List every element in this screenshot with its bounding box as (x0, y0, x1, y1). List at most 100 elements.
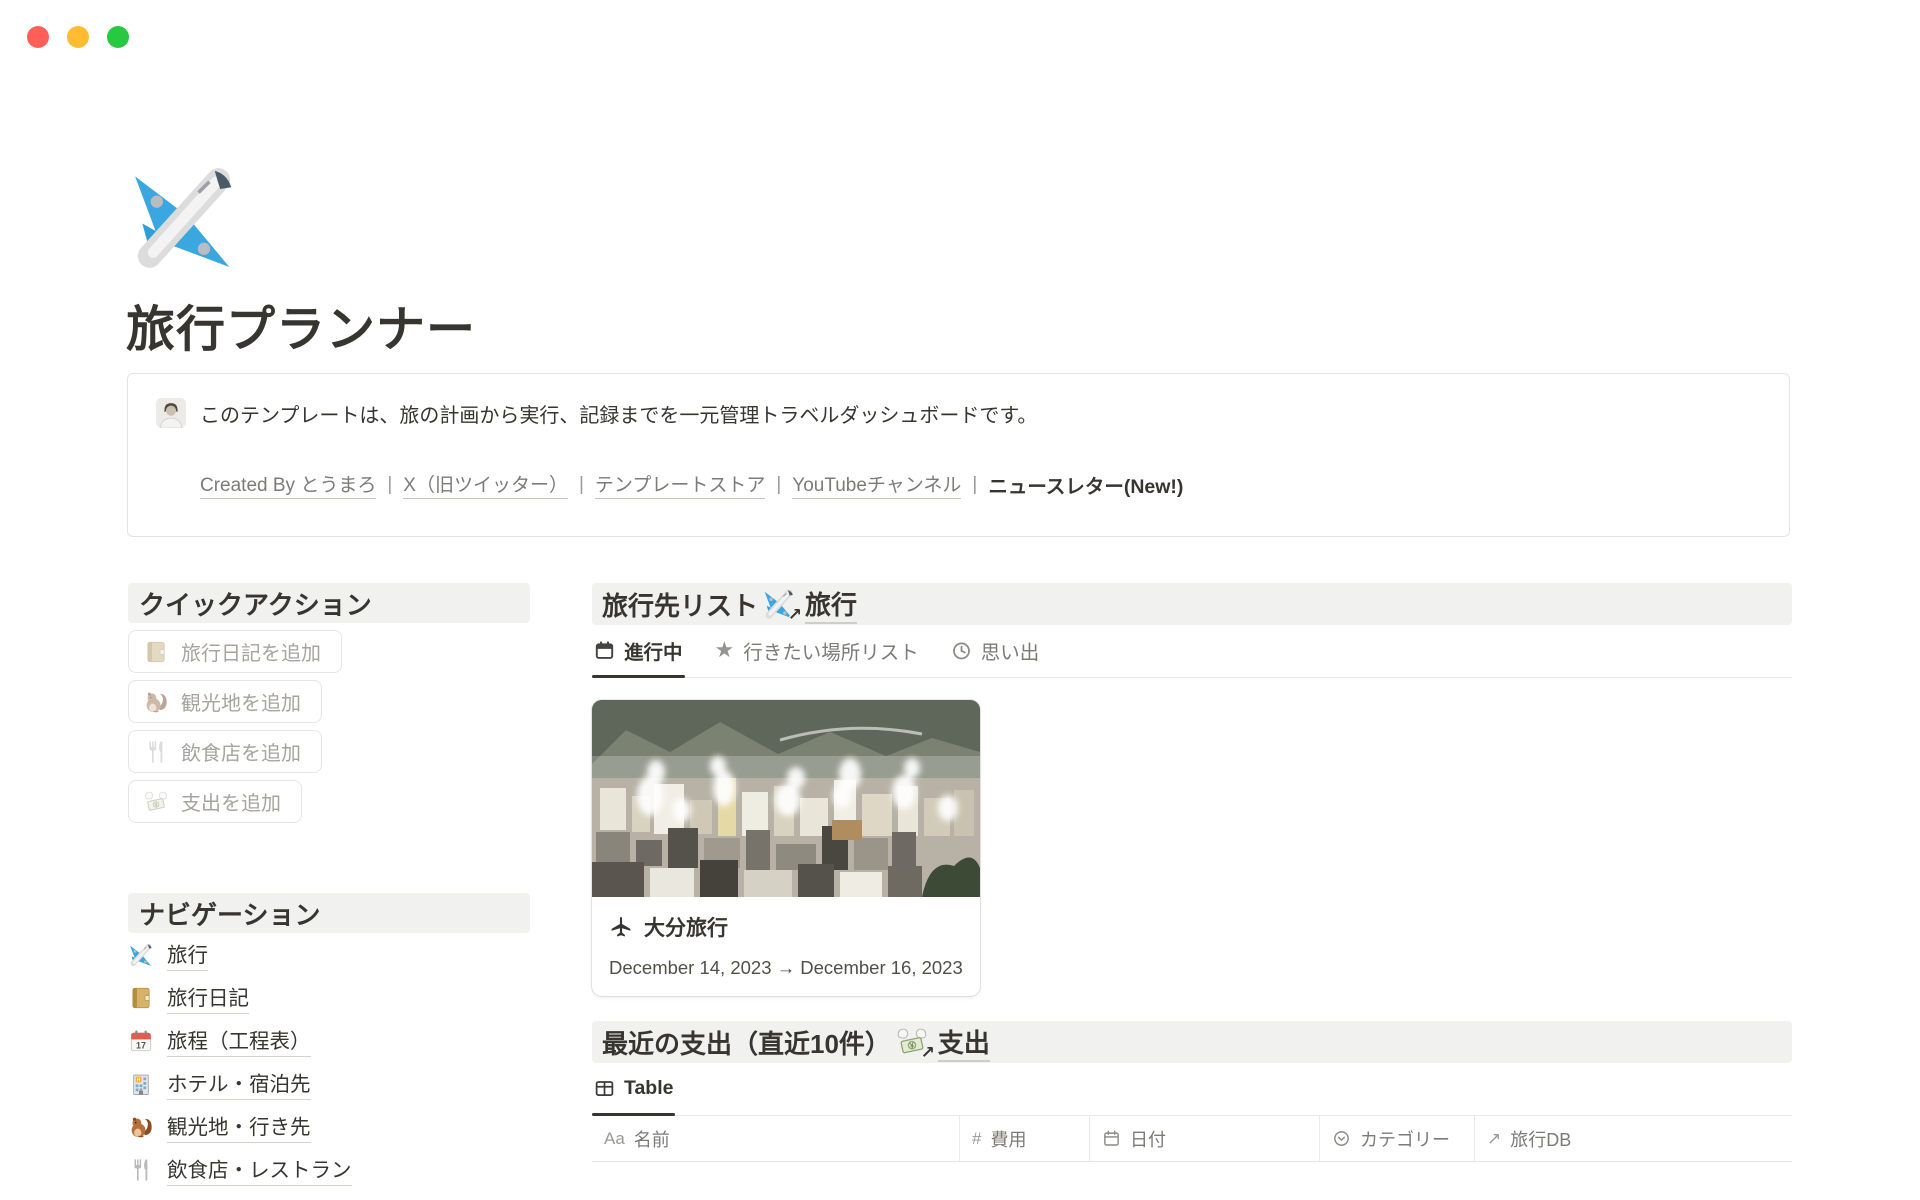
expenses-table-header: Aa 名前 # 費用 日付 カテゴリー ↗ 旅行DB (592, 1116, 1792, 1162)
qa-button-label: 観光地を追加 (181, 687, 301, 716)
column-label: 旅行DB (1510, 1126, 1571, 1152)
number-type-icon: # (972, 1129, 981, 1149)
tab-label: Table (624, 1077, 673, 1100)
linked-db-arrow-icon: ↗ (921, 1043, 935, 1063)
nav-item-restaurants[interactable]: 飲食店・レストラン (128, 1148, 530, 1191)
column-label: 名前 (634, 1126, 670, 1152)
fork-knife-icon (143, 739, 169, 765)
nav-item-itinerary[interactable]: 17 旅程（工程表） (128, 1019, 530, 1062)
page-title: 旅行プランナー (126, 290, 476, 361)
airplane-glyph-icon (609, 915, 633, 939)
select-type-icon (1332, 1129, 1351, 1148)
link-separator: | (387, 474, 392, 496)
column-label: 費用 (990, 1126, 1026, 1152)
svg-text:17: 17 (136, 1040, 146, 1050)
qa-button-label: 支出を追加 (181, 787, 281, 816)
template-store-link[interactable]: テンプレートストア (595, 470, 765, 499)
add-expense-button[interactable]: 支出を追加 (128, 780, 302, 823)
tab-label: 行きたい場所リスト (743, 636, 919, 665)
calendar-icon: 17 (128, 1028, 154, 1054)
column-header-cost[interactable]: # 費用 (960, 1116, 1090, 1161)
relation-type-icon: ↗ (1487, 1129, 1501, 1149)
x-twitter-link[interactable]: X（旧ツイッター） (403, 470, 568, 499)
trip-card-title: 大分旅行 (644, 912, 728, 942)
trip-card-date-range: December 14, 2023 → December 16, 2023 (609, 957, 963, 979)
column-header-name[interactable]: Aa 名前 (592, 1116, 960, 1161)
tab-memories[interactable]: 思い出 (949, 637, 1042, 677)
expenses-heading-text: 最近の支出（直近10件） (602, 1024, 891, 1061)
column-header-category[interactable]: カテゴリー (1320, 1116, 1475, 1161)
airplane-icon (128, 942, 154, 968)
quick-actions-heading: クイックアクション (128, 583, 530, 623)
link-separator: | (579, 474, 584, 496)
window-close-button[interactable] (27, 26, 49, 48)
trip-view-tabs: 進行中 ★ 行きたい場所リスト 思い出 (592, 625, 1792, 678)
trip-card-oita[interactable]: 大分旅行 December 14, 2023 → December 16, 20… (592, 700, 980, 996)
nav-item-sightseeing[interactable]: 観光地・行き先 (128, 1105, 530, 1148)
navigation-heading: ナビゲーション (128, 893, 530, 933)
tab-label: 思い出 (981, 636, 1040, 665)
column-label: 日付 (1130, 1126, 1166, 1152)
column-header-travel-db[interactable]: ↗ 旅行DB (1475, 1116, 1792, 1161)
callout-links-row: Created By とうまろ | X（旧ツイッター） | テンプレートストア … (200, 470, 1761, 499)
trip-list-heading-text: 旅行先リスト (602, 586, 758, 623)
nav-item-label: 旅程（工程表） (167, 1024, 311, 1057)
link-separator: | (972, 474, 977, 496)
column-label: カテゴリー (1360, 1126, 1450, 1152)
nav-item-label: 旅行 (167, 938, 208, 971)
newsletter-label: ニュースレター(New!) (988, 470, 1183, 499)
text-type-icon: Aa (604, 1129, 625, 1149)
qa-button-label: 旅行日記を追加 (181, 637, 321, 666)
window-controls (27, 26, 129, 48)
template-callout: このテンプレートは、旅の計画から実行、記録までを一元管理トラベルダッシュボードで… (127, 373, 1790, 537)
window-zoom-button[interactable] (107, 26, 129, 48)
star-icon: ★ (715, 639, 735, 661)
money-wings-linked-db-icon: ↗ (895, 1025, 929, 1059)
expenses-heading: 最近の支出（直近10件） ↗ 支出 (592, 1021, 1792, 1063)
created-by-link[interactable]: Created By とうまろ (200, 470, 376, 499)
nav-item-label: 旅行日記 (167, 981, 249, 1014)
nav-item-label: 観光地・行き先 (167, 1110, 311, 1143)
creator-avatar-icon (156, 398, 186, 428)
notebook-icon (143, 639, 169, 665)
tab-label: 進行中 (624, 636, 683, 665)
tab-wishlist[interactable]: ★ 行きたい場所リスト (713, 637, 921, 677)
callout-description: このテンプレートは、旅の計画から実行、記録までを一元管理トラベルダッシュボードで… (200, 399, 1037, 428)
add-travel-diary-button[interactable]: 旅行日記を追加 (128, 630, 342, 673)
date-type-icon (1102, 1129, 1121, 1148)
calendar-icon (594, 640, 615, 661)
page-icon-airplane-emoji[interactable] (126, 160, 242, 276)
linked-db-arrow-icon: ↗ (788, 605, 802, 625)
chipmunk-icon (143, 689, 169, 715)
add-sightseeing-button[interactable]: 観光地を追加 (128, 680, 322, 723)
expenses-db-link[interactable]: 支出 (938, 1023, 990, 1062)
money-wings-icon (143, 789, 169, 815)
trip-card-cover-photo (592, 700, 980, 897)
nav-item-hotels[interactable]: ホテル・宿泊先 (128, 1062, 530, 1105)
trip-card-body: 大分旅行 December 14, 2023 → December 16, 20… (592, 897, 980, 996)
trip-db-link[interactable]: 旅行 (805, 585, 857, 624)
chipmunk-icon (128, 1114, 154, 1140)
right-column: 旅行先リスト ↗ 旅行 進行中 ★ 行きたい場所リスト 思い出 (592, 583, 1792, 1162)
nav-item-travel-diary[interactable]: 旅行日記 (128, 976, 530, 1019)
add-restaurant-button[interactable]: 飲食店を追加 (128, 730, 322, 773)
tab-in-progress[interactable]: 進行中 (592, 637, 685, 677)
notion-app-window: 旅行プランナー このテンプレートは、旅の計画から実行、記録までを一元管理トラベル… (0, 0, 1920, 1200)
window-minimize-button[interactable] (67, 26, 89, 48)
notebook-icon (128, 985, 154, 1011)
youtube-channel-link[interactable]: YouTubeチャンネル (792, 470, 961, 499)
link-separator: | (776, 474, 781, 496)
tab-table-view[interactable]: Table (592, 1075, 675, 1115)
clock-icon (951, 640, 972, 661)
airplane-linked-db-icon: ↗ (762, 587, 796, 621)
nav-item-label: ホテル・宿泊先 (167, 1067, 311, 1100)
expenses-view-tabs: Table (592, 1063, 1792, 1116)
qa-button-label: 飲食店を追加 (181, 737, 301, 766)
nav-item-travel[interactable]: 旅行 (128, 933, 530, 976)
column-header-date[interactable]: 日付 (1090, 1116, 1320, 1161)
trip-list-heading: 旅行先リスト ↗ 旅行 (592, 583, 1792, 625)
left-column: クイックアクション 旅行日記を追加 観光地を追加 飲食店を追加 支出を追加 ナビ… (128, 583, 530, 1191)
table-icon (594, 1078, 615, 1099)
nav-item-label: 飲食店・レストラン (167, 1153, 352, 1186)
fork-knife-icon (128, 1157, 154, 1183)
